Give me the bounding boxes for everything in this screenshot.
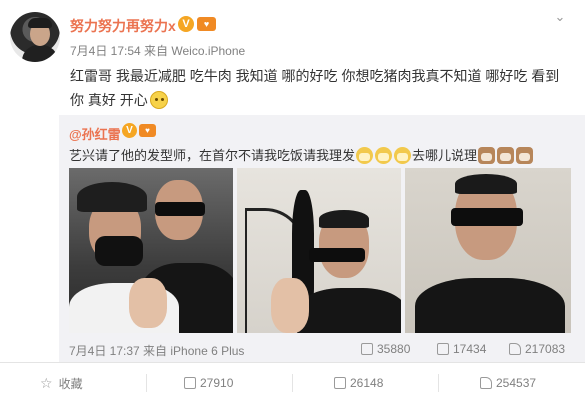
photo-person bbox=[415, 278, 565, 333]
repost-text-after: 去哪儿说理 bbox=[412, 148, 478, 163]
repost-button[interactable]: 27910 bbox=[184, 370, 233, 396]
star-icon: ☆ bbox=[40, 375, 53, 391]
post-username[interactable]: 努力努力再努力x bbox=[70, 16, 176, 36]
dog-emoji-icon bbox=[516, 147, 534, 164]
avatar-body bbox=[22, 45, 58, 62]
repost-icon bbox=[361, 343, 373, 355]
avatar-hair bbox=[28, 18, 52, 28]
divider bbox=[146, 374, 147, 392]
comment-icon bbox=[334, 377, 346, 389]
sunglasses bbox=[451, 208, 523, 226]
doge-emoji-icon bbox=[356, 147, 374, 164]
face-mask bbox=[95, 236, 143, 266]
post-text: 红雷哥 我最近减肥 吃牛肉 我知道 哪的好吃 你想吃猪肉我真不知道 哪好吃 看到… bbox=[70, 64, 570, 112]
repost-photo-2[interactable] bbox=[237, 168, 401, 333]
favorite-label: 收藏 bbox=[58, 377, 83, 391]
verified-badge-icon: V bbox=[178, 16, 194, 32]
photo-person bbox=[297, 288, 401, 333]
divider bbox=[292, 374, 293, 392]
repost-repost-count-value: 35880 bbox=[377, 342, 411, 356]
comment-count: 26148 bbox=[350, 376, 384, 390]
doge-emoji-icon bbox=[375, 147, 393, 164]
repost-text-before: 艺兴请了他的发型师，在首尔不请我吃饭请我理发 bbox=[69, 148, 356, 163]
happy-emoji-icon bbox=[149, 91, 168, 109]
thumbs-up-icon bbox=[509, 343, 521, 355]
post-text-body: 红雷哥 我最近减肥 吃牛肉 我知道 哪的好吃 你想吃猪肉我真不知道 哪好吃 看到… bbox=[70, 68, 560, 108]
favorite-button[interactable]: ☆ 收藏 bbox=[40, 370, 83, 396]
sunglasses bbox=[155, 202, 205, 216]
repost-comment-count-value: 17434 bbox=[453, 342, 487, 356]
doge-emoji-icon bbox=[394, 147, 412, 164]
comment-button[interactable]: 26148 bbox=[334, 370, 383, 396]
repost-count: 27910 bbox=[200, 376, 234, 390]
repost-like-count[interactable]: 217083 bbox=[509, 342, 565, 356]
repost-card: @孙红雷 V ♥ 艺兴请了他的发型师，在首尔不请我吃饭请我理发 去哪儿说理 7月4… bbox=[59, 115, 585, 362]
cap bbox=[77, 182, 147, 212]
repost-icon bbox=[184, 377, 196, 389]
post-meta: 7月4日 17:54 来自 Weico.iPhone bbox=[70, 44, 246, 58]
repost-repost-count[interactable]: 35880 bbox=[361, 342, 410, 356]
repost-comment-count[interactable]: 17434 bbox=[437, 342, 486, 356]
repost-time: 7月4日 17:37 来自 iPhone 6 Plus bbox=[69, 344, 245, 358]
dog-emoji-icon bbox=[497, 147, 515, 164]
hand bbox=[271, 278, 309, 333]
chevron-down-icon[interactable]: ⌄ bbox=[553, 10, 567, 24]
comment-icon bbox=[437, 343, 449, 355]
vip-icon: ♥ bbox=[197, 17, 216, 31]
hair bbox=[455, 174, 517, 194]
like-button[interactable]: 254537 bbox=[480, 370, 536, 396]
sunglasses bbox=[309, 248, 365, 262]
verified-badge-icon: V bbox=[122, 123, 137, 138]
repost-photo-1[interactable] bbox=[69, 168, 233, 333]
repost-photo-3[interactable] bbox=[405, 168, 571, 333]
repost-like-count-value: 217083 bbox=[525, 342, 566, 356]
repost-text: 艺兴请了他的发型师，在首尔不请我吃饭请我理发 去哪儿说理 bbox=[69, 145, 534, 164]
user-avatar[interactable] bbox=[10, 12, 60, 62]
repost-username[interactable]: @孙红雷 bbox=[69, 124, 121, 143]
like-count: 254537 bbox=[496, 376, 537, 390]
vip-icon: ♥ bbox=[139, 124, 156, 137]
dog-emoji-icon bbox=[478, 147, 496, 164]
hair bbox=[319, 210, 369, 228]
divider bbox=[438, 374, 439, 392]
thumbs-up-icon bbox=[480, 377, 492, 389]
divider bbox=[0, 362, 585, 363]
hand bbox=[129, 278, 167, 328]
